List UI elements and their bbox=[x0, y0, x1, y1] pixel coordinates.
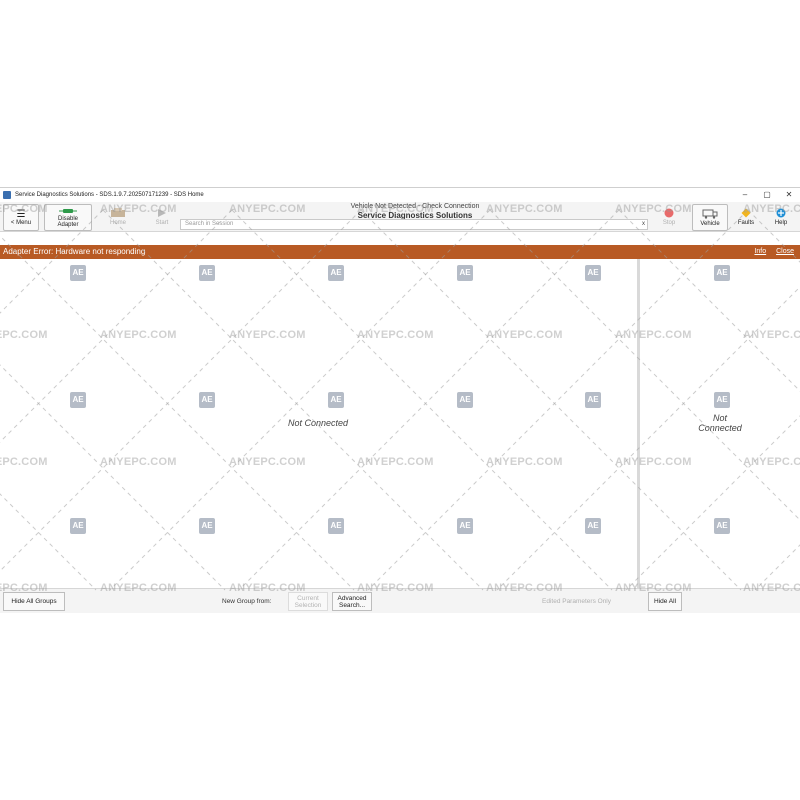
close-link[interactable]: Close bbox=[776, 248, 794, 255]
title-bar: Service Diagnostics Solutions - SDS.1.9.… bbox=[0, 188, 800, 202]
hamburger-icon: ☰ bbox=[16, 209, 26, 220]
not-connected-label: Not Connected bbox=[287, 418, 349, 428]
window-title: Service Diagnostics Solutions - SDS.1.9.… bbox=[15, 192, 204, 198]
info-link[interactable]: Info bbox=[754, 248, 766, 255]
stop-icon bbox=[664, 208, 674, 220]
app-logo-icon bbox=[3, 191, 11, 199]
toolbar: ☰ < Menu Disable Adapter Home Start Vehi… bbox=[0, 202, 800, 232]
home-icon bbox=[110, 207, 126, 220]
menu-button[interactable]: ☰ < Menu bbox=[3, 204, 39, 231]
new-group-label: New Group from: bbox=[222, 598, 272, 605]
hide-all-button[interactable]: Hide All bbox=[648, 592, 682, 611]
help-icon bbox=[776, 208, 786, 220]
advanced-search-button[interactable]: Advanced Search... bbox=[332, 592, 372, 611]
adapter-icon bbox=[59, 208, 77, 216]
help-button[interactable]: Help bbox=[766, 204, 796, 229]
start-button[interactable]: Start bbox=[144, 204, 180, 229]
hide-all-groups-button[interactable]: Hide All Groups bbox=[3, 592, 65, 611]
vehicle-button[interactable]: Vehicle bbox=[692, 204, 728, 231]
app-window: Service Diagnostics Solutions - SDS.1.9.… bbox=[0, 187, 800, 613]
edited-parameters-only-label[interactable]: Edited Parameters Only bbox=[542, 598, 611, 605]
minimize-button[interactable]: – bbox=[734, 188, 756, 202]
clear-search-icon[interactable]: x bbox=[642, 220, 645, 229]
start-arrow-icon bbox=[157, 208, 167, 220]
current-selection-button[interactable]: Current Selection bbox=[288, 592, 328, 611]
maximize-button[interactable]: ▢ bbox=[756, 188, 778, 202]
side-pane: Not Connected bbox=[640, 259, 800, 588]
adapter-error-banner: Adapter Error: Hardware not responding I… bbox=[0, 245, 800, 259]
connection-status: Vehicle Not Detected - Check Connection … bbox=[300, 203, 530, 220]
side-not-connected-label: Not Connected bbox=[698, 413, 742, 433]
disable-adapter-button[interactable]: Disable Adapter bbox=[44, 204, 92, 231]
stop-button[interactable]: Stop bbox=[654, 204, 684, 229]
bottom-bar: Hide All Groups New Group from: Current … bbox=[0, 588, 800, 613]
home-button[interactable]: Home bbox=[100, 204, 136, 229]
close-window-button[interactable]: ✕ bbox=[778, 188, 800, 202]
main-pane: Not Connected bbox=[0, 259, 637, 588]
vehicle-icon bbox=[702, 209, 718, 221]
warning-icon bbox=[741, 208, 751, 220]
search-input[interactable]: Search in Session x bbox=[180, 219, 648, 230]
faults-button[interactable]: Faults bbox=[730, 204, 762, 229]
error-message: Adapter Error: Hardware not responding bbox=[3, 247, 146, 256]
vehicle-status-text: Vehicle Not Detected - Check Connection bbox=[350, 203, 480, 210]
